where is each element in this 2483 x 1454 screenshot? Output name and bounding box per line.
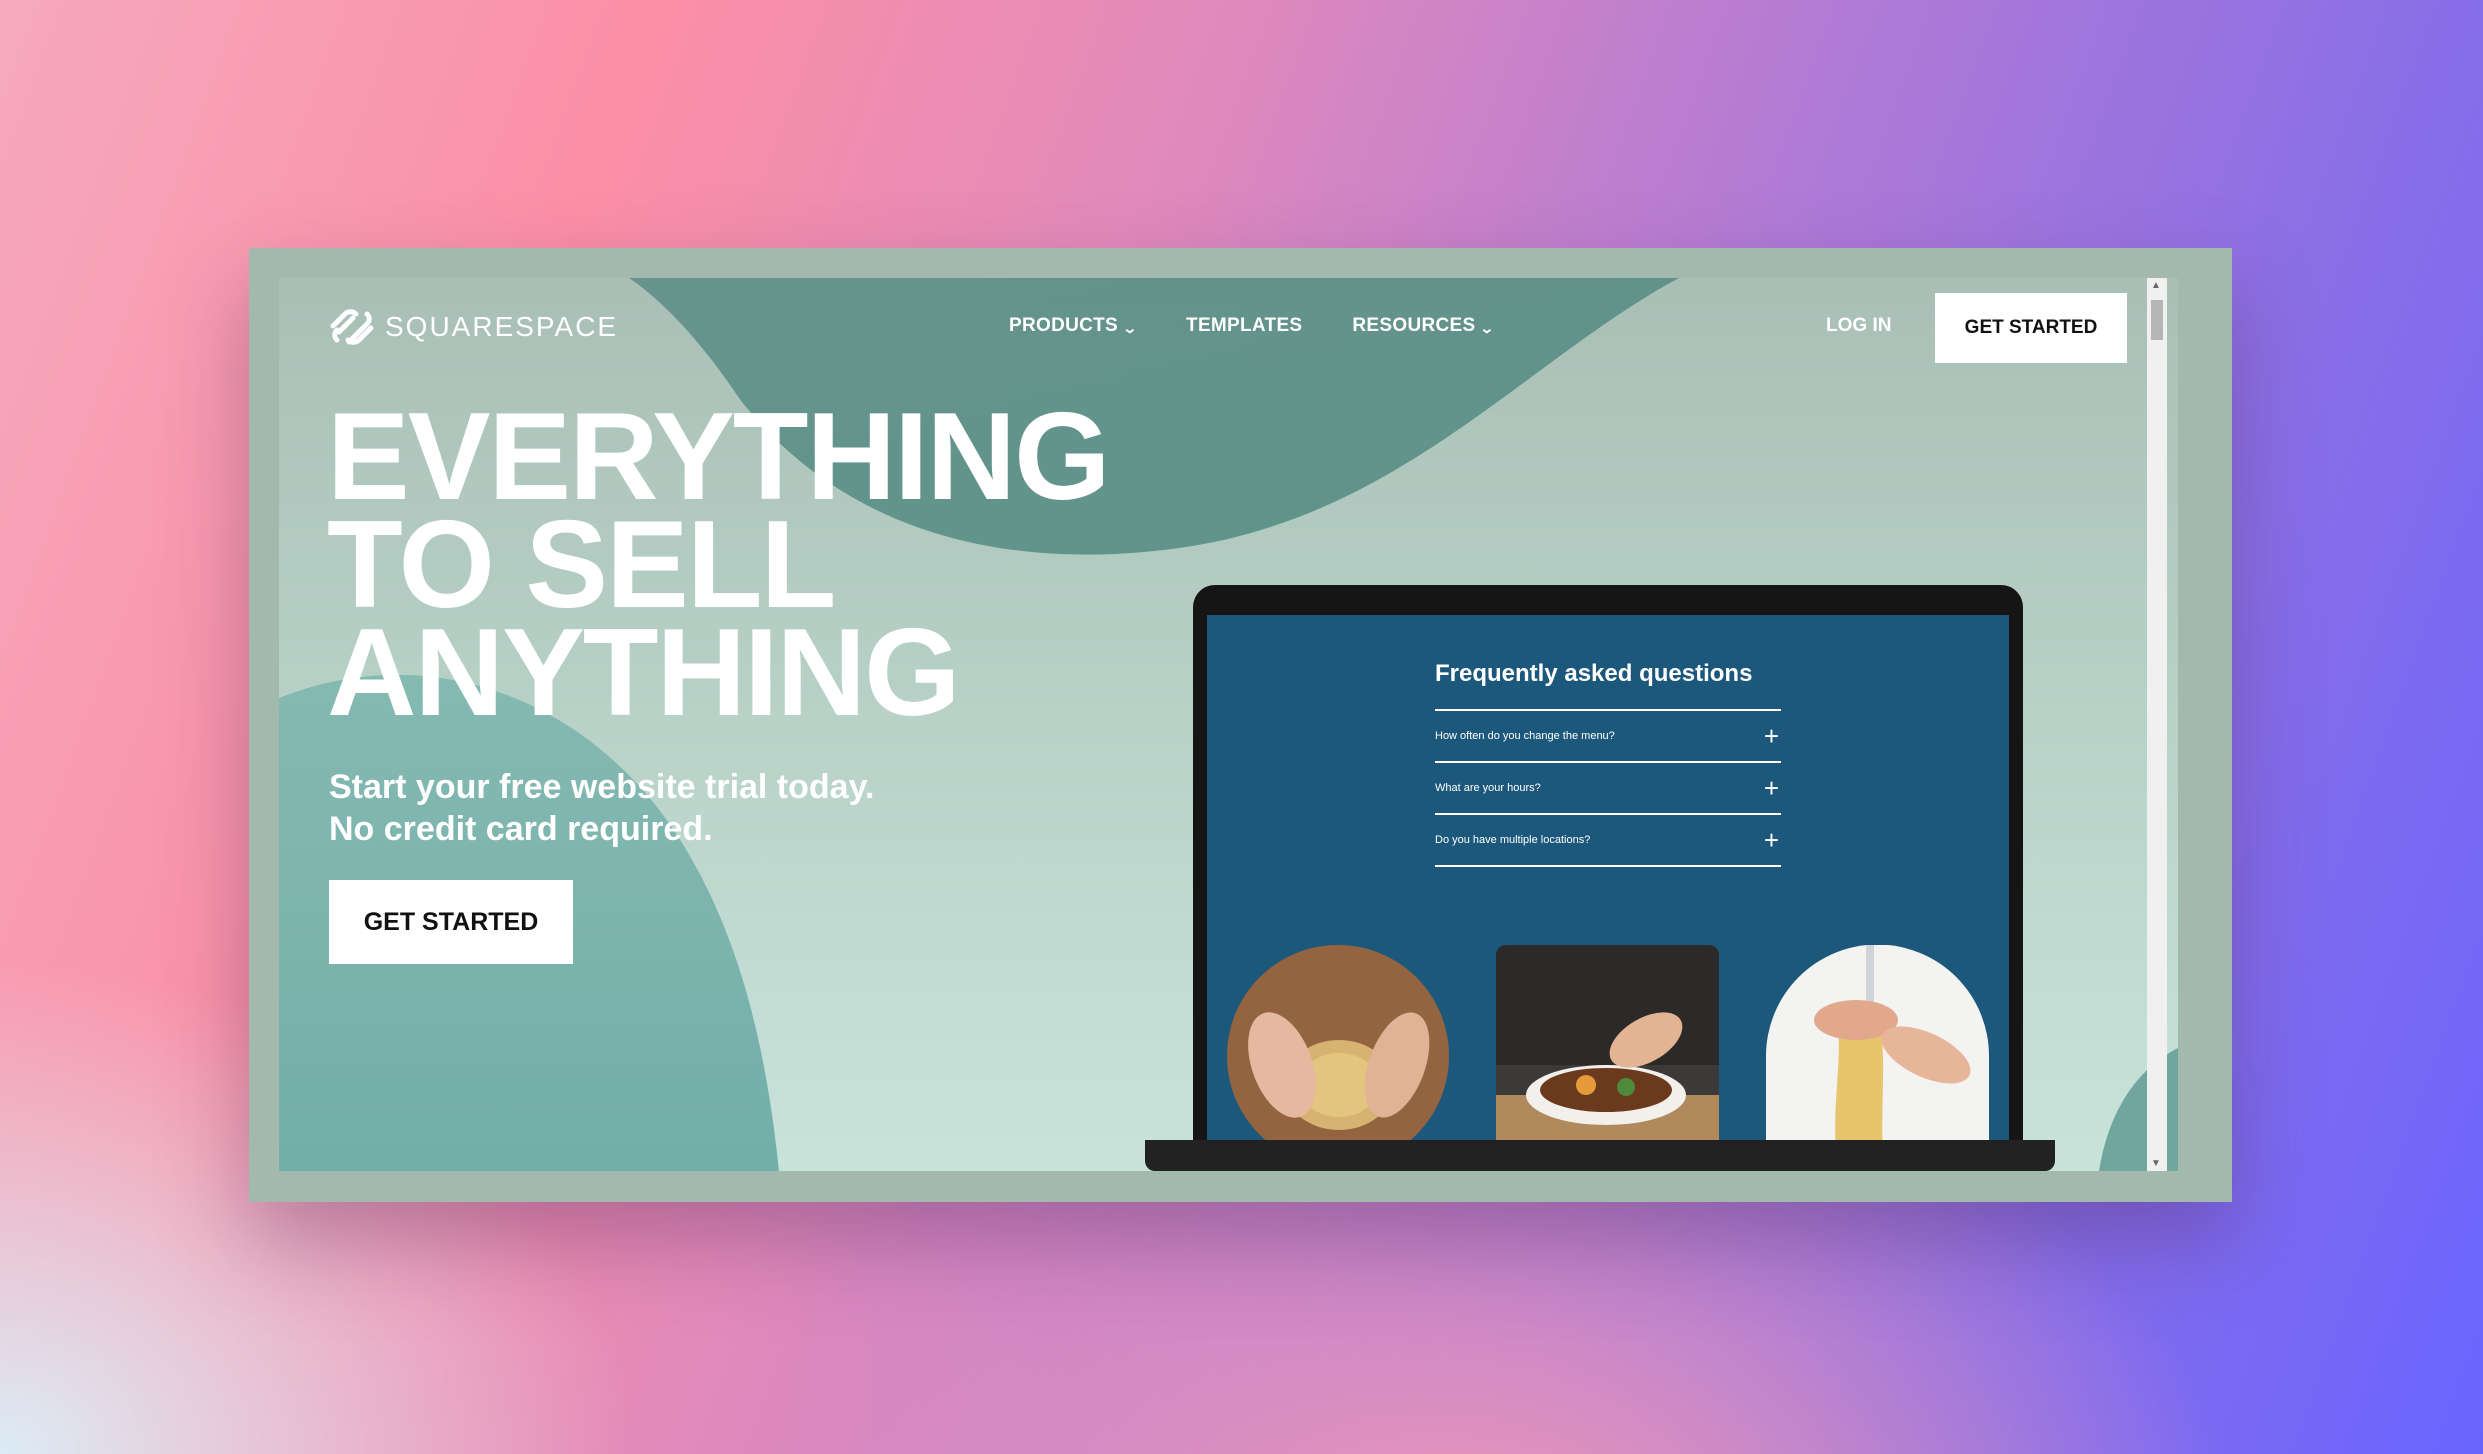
noodle-pull-photo bbox=[1766, 945, 1989, 1171]
main-nav: PRODUCTS ⌄ TEMPLATES RESOURCES ⌄ bbox=[1009, 315, 1496, 337]
scroll-up-icon[interactable]: ▲ bbox=[2151, 280, 2161, 291]
squarespace-logo-icon bbox=[330, 309, 374, 345]
login-link[interactable]: LOG IN bbox=[1826, 315, 1891, 337]
nav-resources[interactable]: RESOURCES ⌄ bbox=[1352, 315, 1496, 337]
faq-item: What are your hours? + bbox=[1435, 761, 1781, 813]
chevron-down-icon: ⌄ bbox=[1479, 319, 1496, 336]
bowl-photo bbox=[1496, 945, 1719, 1171]
headline-line: ANYTHING bbox=[327, 604, 961, 742]
page-viewport: SQUARESPACE PRODUCTS ⌄ TEMPLATES RESOURC… bbox=[279, 278, 2178, 1171]
faq-item: Do you have multiple locations? + bbox=[1435, 813, 1781, 867]
plus-icon: + bbox=[1763, 721, 1779, 751]
brand-name: SQUARESPACE bbox=[385, 311, 619, 342]
browser-frame: SQUARESPACE PRODUCTS ⌄ TEMPLATES RESOURC… bbox=[249, 248, 2232, 1202]
hero-headline: EVERYTHING TO SELL ANYTHING bbox=[327, 388, 1111, 742]
noodle-hands-photo bbox=[1227, 945, 1450, 1171]
faq-question: What are your hours? bbox=[1435, 782, 1541, 794]
faq-question: How often do you change the menu? bbox=[1435, 730, 1615, 742]
nav-products-label: PRODUCTS bbox=[1009, 315, 1119, 336]
faq-list: How often do you change the menu? + What… bbox=[1435, 709, 1781, 867]
faq-question: Do you have multiple locations? bbox=[1435, 834, 1591, 846]
laptop-mockup: Frequently asked questions How often do … bbox=[1193, 585, 2023, 1171]
nav-get-started-button[interactable]: GET STARTED bbox=[1935, 293, 2127, 363]
hero-get-started-button[interactable]: GET STARTED bbox=[329, 880, 573, 964]
headline-line: TO SELL bbox=[327, 496, 836, 634]
scroll-down-icon[interactable]: ▼ bbox=[2151, 1158, 2161, 1169]
hero-subheadline: Start your free website trial today. No … bbox=[329, 766, 874, 850]
plus-icon: + bbox=[1763, 773, 1779, 803]
scrollbar-thumb[interactable] bbox=[2151, 300, 2163, 340]
plus-icon: + bbox=[1763, 825, 1779, 855]
brand-logo[interactable]: SQUARESPACE bbox=[329, 308, 618, 346]
vertical-scrollbar[interactable]: ▲ ▼ bbox=[2147, 278, 2167, 1171]
laptop-screen: Frequently asked questions How often do … bbox=[1207, 615, 2009, 1171]
nav-templates-label: TEMPLATES bbox=[1186, 315, 1303, 336]
faq-item: How often do you change the menu? + bbox=[1435, 709, 1781, 761]
laptop-base bbox=[1145, 1140, 2055, 1171]
faq-title: Frequently asked questions bbox=[1435, 660, 1753, 687]
nav-resources-label: RESOURCES bbox=[1352, 315, 1476, 336]
subheadline-line: Start your free website trial today. bbox=[329, 768, 875, 806]
subheadline-line: No credit card required. bbox=[329, 810, 713, 848]
nav-templates[interactable]: TEMPLATES bbox=[1186, 315, 1302, 337]
headline-line: EVERYTHING bbox=[327, 388, 1111, 526]
chevron-down-icon: ⌄ bbox=[1122, 319, 1138, 336]
nav-products[interactable]: PRODUCTS ⌄ bbox=[1009, 315, 1138, 337]
